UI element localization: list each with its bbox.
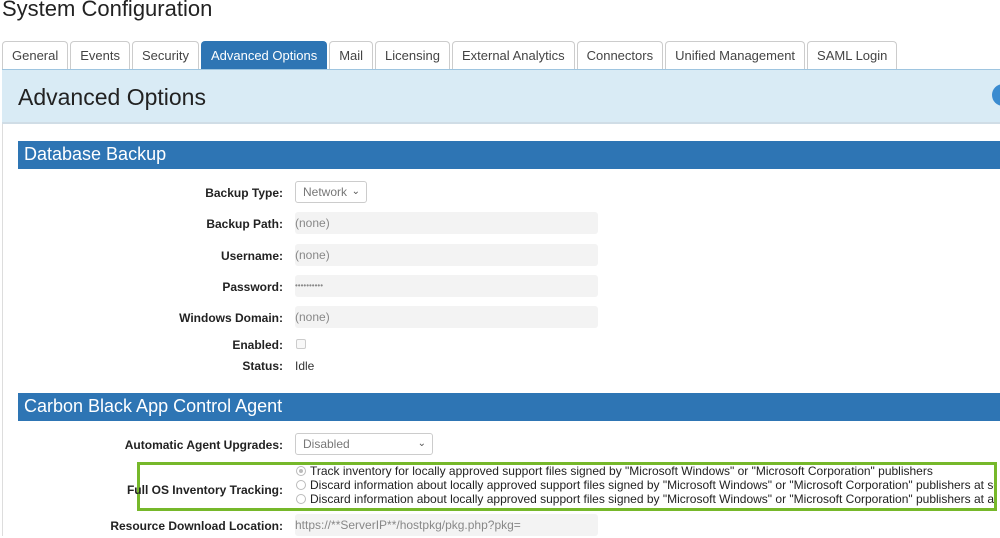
status-value: Idle (295, 359, 315, 373)
backup-type-row: Backup Type: Network ⌄ (0, 181, 1000, 205)
tab-security[interactable]: Security (132, 41, 199, 69)
section-title: Advanced Options (18, 84, 206, 110)
tab-connectors[interactable]: Connectors (576, 41, 664, 69)
inventory-option-discard-server[interactable]: Discard information about locally approv… (296, 478, 994, 492)
inventory-option-track[interactable]: Track inventory for locally approved sup… (296, 464, 933, 478)
windows-domain-label: Windows Domain: (179, 311, 283, 325)
resource-row: Resource Download Location: https://**Se… (0, 514, 1000, 538)
resource-label: Resource Download Location: (110, 519, 283, 533)
radio-icon[interactable] (296, 480, 306, 490)
windows-domain-row: Windows Domain: (none) (0, 306, 1000, 330)
tab-advanced-options[interactable]: Advanced Options (200, 41, 328, 69)
option-label: Discard information about locally approv… (310, 492, 994, 506)
backup-type-select[interactable]: Network ⌄ (295, 181, 367, 203)
windows-domain-field[interactable]: (none) (295, 306, 598, 328)
agent-header: Carbon Black App Control Agent (18, 393, 1000, 421)
tab-mail[interactable]: Mail (329, 41, 374, 69)
username-field[interactable]: (none) (295, 244, 598, 266)
tab-unified-management[interactable]: Unified Management (665, 41, 806, 69)
agent-upgrades-row: Automatic Agent Upgrades: Disabled ⌄ (0, 433, 1000, 457)
password-row: Password: •••••••••• (0, 275, 1000, 299)
radio-icon[interactable] (296, 466, 306, 476)
database-backup-header: Database Backup (18, 141, 1000, 169)
inventory-options: Track inventory for locally approved sup… (140, 464, 994, 508)
page-title: System Configuration (2, 0, 213, 21)
backup-path-label: Backup Path: (206, 217, 283, 231)
enabled-checkbox[interactable] (296, 339, 306, 349)
enabled-label: Enabled: (232, 338, 283, 352)
radio-icon[interactable] (296, 494, 306, 504)
backup-type-label: Backup Type: (205, 186, 283, 200)
header-band: Advanced Options (2, 69, 1000, 124)
option-label: Discard information about locally approv… (310, 478, 994, 492)
help-icon[interactable] (992, 84, 1000, 106)
agent-upgrades-value: Disabled (303, 437, 350, 451)
resource-field[interactable]: https://**ServerIP**/hostpkg/pkg.php?pkg… (295, 514, 598, 536)
chevron-down-icon: ⌄ (351, 186, 360, 197)
chevron-down-icon: ⌄ (417, 438, 426, 449)
backup-path-field[interactable]: (none) (295, 212, 598, 234)
agent-upgrades-label: Automatic Agent Upgrades: (124, 438, 283, 452)
agent-upgrades-select[interactable]: Disabled ⌄ (295, 433, 433, 455)
tab-saml-login[interactable]: SAML Login (807, 41, 898, 69)
username-row: Username: (none) (0, 244, 1000, 268)
backup-path-row: Backup Path: (none) (0, 212, 1000, 236)
tab-events[interactable]: Events (70, 41, 130, 69)
backup-type-value: Network (303, 185, 348, 199)
tab-licensing[interactable]: Licensing (375, 41, 450, 69)
tab-general[interactable]: General (2, 41, 69, 69)
inventory-option-discard-agent[interactable]: Discard information about locally approv… (296, 492, 994, 506)
status-row: Status: Idle (0, 354, 1000, 378)
status-label: Status: (242, 359, 283, 373)
username-label: Username: (220, 249, 283, 263)
option-label: Track inventory for locally approved sup… (310, 464, 933, 478)
tab-external-analytics[interactable]: External Analytics (451, 41, 575, 69)
password-field[interactable]: •••••••••• (295, 275, 598, 297)
tab-bar: General Events Security Advanced Options… (2, 41, 898, 69)
password-label: Password: (222, 280, 283, 294)
